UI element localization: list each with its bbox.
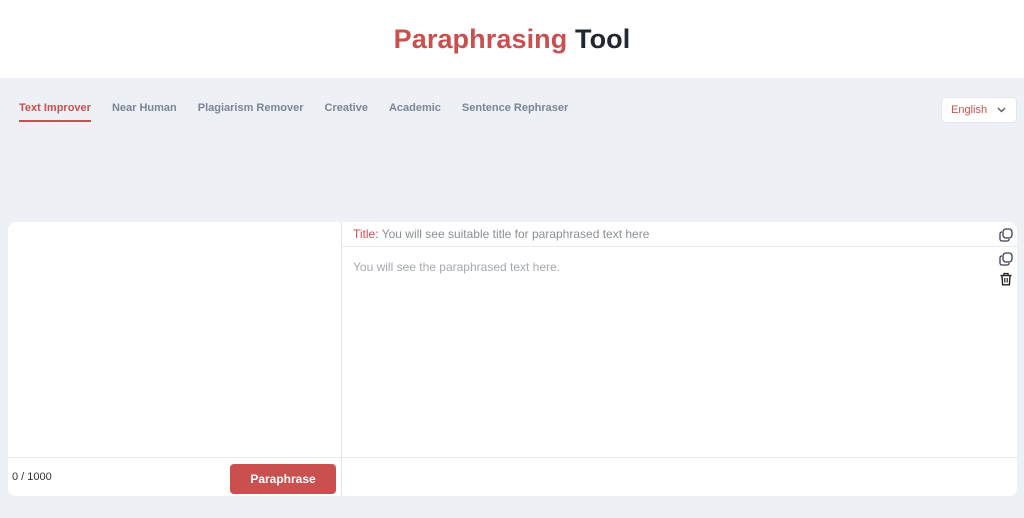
language-select[interactable]: English	[941, 97, 1017, 123]
tab-text-improver[interactable]: Text Improver	[19, 100, 91, 122]
copy-icon[interactable]	[999, 252, 1013, 266]
tab-academic[interactable]: Academic	[389, 100, 441, 122]
editor-panel: 0 / 1000 Paraphrase Title: You will see …	[8, 222, 1017, 496]
character-counter: 0 / 1000	[12, 471, 52, 483]
title-rest: Tool	[574, 24, 631, 54]
tab-plagiarism-remover[interactable]: Plagiarism Remover	[198, 100, 304, 122]
page-header: Paraphrasing Tool	[0, 0, 1024, 78]
copy-icon[interactable]	[999, 228, 1013, 242]
title-accent: Paraphrasing	[393, 24, 568, 54]
output-footer-divider	[342, 457, 1017, 458]
tab-near-human[interactable]: Near Human	[112, 100, 177, 122]
input-footer-divider	[8, 457, 341, 458]
tab-creative[interactable]: Creative	[325, 100, 368, 122]
title-label: Title:	[353, 227, 379, 241]
output-title-row: Title: You will see suitable title for p…	[342, 222, 1017, 247]
language-selected: English	[951, 104, 988, 116]
mode-tabs: Text Improver Near Human Plagiarism Remo…	[19, 100, 589, 122]
tab-sentence-rephraser[interactable]: Sentence Rephraser	[462, 100, 568, 122]
title-placeholder: You will see suitable title for paraphra…	[381, 227, 650, 241]
chevron-down-icon	[997, 98, 1006, 131]
input-textarea[interactable]	[8, 222, 341, 457]
output-placeholder: You will see the paraphrased text here.	[353, 260, 561, 274]
trash-icon[interactable]	[999, 272, 1013, 286]
paraphrase-button[interactable]: Paraphrase	[230, 464, 336, 494]
output-pane: Title: You will see suitable title for p…	[342, 222, 1017, 496]
input-pane: 0 / 1000 Paraphrase	[8, 222, 341, 496]
page-title: Paraphrasing Tool	[0, 0, 1024, 78]
